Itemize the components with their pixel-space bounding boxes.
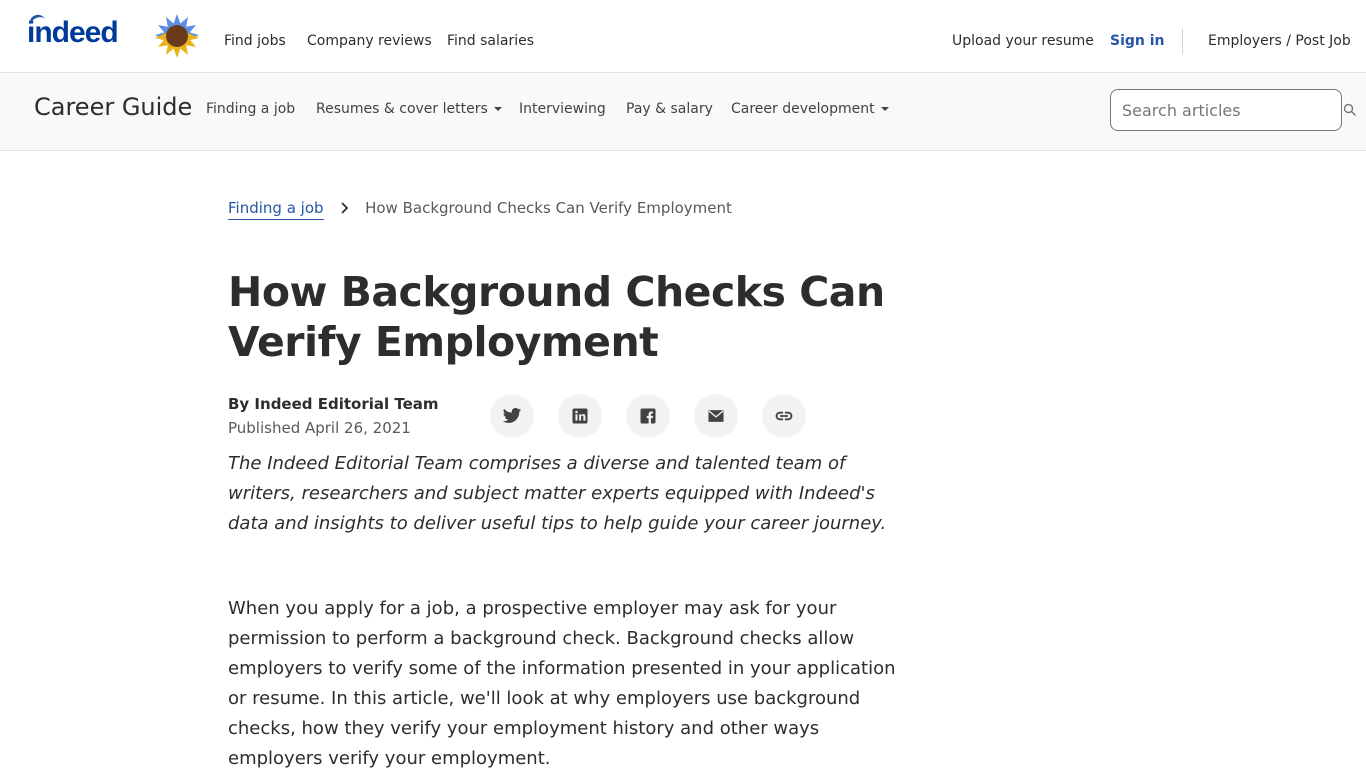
article-intro: When you apply for a job, a prospective …: [228, 598, 896, 768]
guide-link-pay-salary[interactable]: Pay & salary: [626, 101, 713, 117]
career-guide-bar: Career Guide Finding a job Resumes & cov…: [0, 73, 1366, 151]
published-date: Published April 26, 2021: [228, 419, 411, 437]
article-byline: By Indeed Editorial Team: [228, 395, 439, 413]
guide-link-interviewing[interactable]: Interviewing: [519, 101, 606, 117]
share-facebook-button[interactable]: [626, 394, 670, 438]
nav-find-salaries[interactable]: Find salaries: [447, 33, 534, 49]
email-icon: [708, 410, 724, 422]
breadcrumb-parent-link[interactable]: Finding a job: [228, 199, 324, 220]
share-twitter-button[interactable]: [490, 394, 534, 438]
guide-link-career-development[interactable]: Career development: [731, 101, 889, 117]
author-bio: The Indeed Editorial Team comprises a di…: [228, 453, 887, 534]
link-icon: [775, 411, 793, 421]
chevron-right-icon: [341, 202, 349, 214]
guide-link-label: Interviewing: [519, 101, 606, 117]
guide-link-label: Resumes & cover letters: [316, 101, 488, 117]
breadcrumb: Finding a job How Background Checks Can …: [228, 199, 732, 220]
guide-link-label: Career development: [731, 101, 875, 117]
header-divider: [1182, 29, 1183, 54]
sign-in-link[interactable]: Sign in: [1110, 33, 1165, 49]
nav-company-reviews[interactable]: Company reviews: [307, 33, 432, 49]
guide-link-label: Pay & salary: [626, 101, 713, 117]
career-guide-title[interactable]: Career Guide: [34, 93, 192, 121]
top-header: indeed Find jobs Company reviews Find sa…: [0, 0, 1366, 73]
upload-resume-link[interactable]: Upload your resume: [952, 33, 1094, 49]
search-articles-input[interactable]: [1110, 89, 1342, 131]
search-icon[interactable]: [1343, 103, 1357, 117]
breadcrumb-current: How Background Checks Can Verify Employm…: [365, 199, 732, 217]
caret-down-icon: [880, 107, 889, 111]
guide-link-finding-a-job[interactable]: Finding a job: [206, 101, 295, 117]
sunflower-icon: [155, 14, 199, 58]
nav-find-jobs[interactable]: Find jobs: [224, 33, 286, 49]
facebook-icon: [640, 408, 656, 424]
indeed-logo[interactable]: indeed: [27, 12, 119, 50]
caret-down-icon: [493, 107, 502, 111]
linkedin-icon: [572, 408, 588, 424]
article-title: How Background Checks Can Verify Employm…: [228, 268, 885, 366]
guide-link-resumes[interactable]: Resumes & cover letters: [316, 101, 502, 117]
share-email-button[interactable]: [694, 394, 738, 438]
employers-post-job-link[interactable]: Employers / Post Job: [1208, 33, 1351, 49]
copy-link-button[interactable]: [762, 394, 806, 438]
share-linkedin-button[interactable]: [558, 394, 602, 438]
twitter-icon: [502, 408, 522, 423]
guide-link-label: Finding a job: [206, 101, 296, 117]
